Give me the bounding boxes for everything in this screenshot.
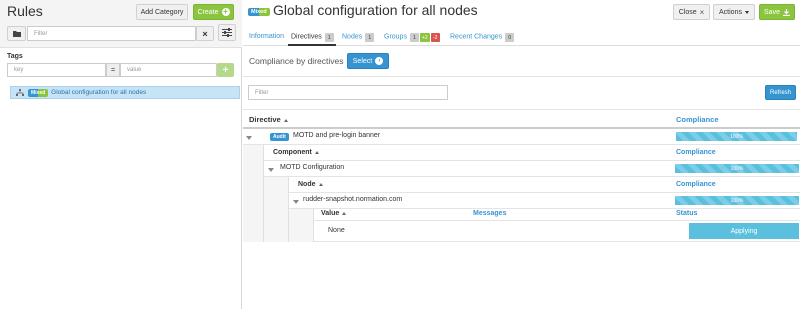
- sidebar-title: Rules: [7, 3, 43, 19]
- page-title: Global configuration for all nodes: [273, 2, 478, 18]
- tab-nodes[interactable]: Nodes 1: [342, 33, 375, 42]
- nest-gutter-1: [243, 145, 264, 242]
- component-name: MOTD Configuration: [280, 164, 345, 171]
- tab-information-label: Information: [249, 33, 285, 40]
- close-icon: ×: [699, 7, 705, 17]
- node-hostname: rudder-snapshot.normation.com: [303, 196, 403, 203]
- nest-gutter-2: [264, 177, 289, 242]
- tab-groups-count: 1: [409, 33, 419, 42]
- rules-sidebar: Rules Add Category Create + Filter × Tag…: [0, 0, 242, 309]
- add-category-button[interactable]: Add Category: [136, 4, 188, 20]
- rules-filter-input[interactable]: Filter: [27, 26, 196, 41]
- tab-directives-count: 1: [324, 33, 334, 42]
- clear-icon: ×: [202, 28, 208, 39]
- sidebar-header: Rules Add Category Create + Filter ×: [0, 0, 242, 48]
- node-column-label: Node: [298, 181, 316, 188]
- clear-filter-button[interactable]: ×: [196, 26, 214, 41]
- compliance-column-header[interactable]: Compliance: [676, 115, 719, 124]
- audit-badge: Audit: [270, 133, 289, 141]
- node-compliance-header[interactable]: Compliance: [676, 181, 716, 188]
- add-tag-button[interactable]: +: [217, 63, 234, 77]
- node-compliance-bar: 100%: [675, 196, 799, 205]
- directive-compliance-bar: 100%: [676, 132, 797, 141]
- tab-groups-excluded: -2: [430, 33, 440, 42]
- folder-icon: [12, 31, 21, 37]
- caret-down-icon: [744, 10, 749, 14]
- tree-node-icon: [16, 88, 24, 96]
- save-button[interactable]: Save: [759, 4, 795, 20]
- tab-groups-included: +2: [419, 33, 430, 42]
- directive-row[interactable]: Audit MOTD and pre-login banner 100%: [243, 129, 800, 145]
- tags-title: Tags: [7, 53, 23, 60]
- tab-active-indicator: [288, 44, 336, 46]
- tab-groups[interactable]: Groups 1 +2 -2: [384, 33, 440, 42]
- component-table-header: Component: [264, 145, 800, 161]
- actions-dropdown[interactable]: Actions: [713, 4, 755, 20]
- directive-column-header[interactable]: Directive: [249, 115, 288, 124]
- tab-information[interactable]: Information: [249, 33, 284, 40]
- select-label: Select: [352, 57, 373, 65]
- value-column-header[interactable]: Value: [321, 210, 347, 217]
- tab-recent-changes-label: Recent Changes: [450, 33, 503, 41]
- create-button[interactable]: Create +: [193, 4, 234, 20]
- section-divider: [243, 76, 800, 77]
- arrow-circle-icon: ›: [375, 57, 384, 65]
- component-row[interactable]: MOTD Configuration 100%: [264, 161, 800, 177]
- tag-value-input[interactable]: value: [120, 63, 217, 77]
- refresh-button[interactable]: Refresh: [765, 85, 796, 100]
- node-column-header[interactable]: Node: [298, 181, 323, 188]
- download-icon: [782, 8, 790, 16]
- actions-label: Actions: [719, 8, 742, 16]
- folder-toggle-button[interactable]: [7, 26, 26, 41]
- sort-asc-icon: [314, 150, 319, 154]
- tag-key-input[interactable]: key: [7, 63, 106, 77]
- tree-item-label: Global configuration for all nodes: [51, 89, 147, 96]
- close-label: Close: [678, 8, 697, 16]
- rule-status-badge: Mixed: [248, 8, 270, 16]
- sort-asc-icon: [318, 182, 323, 186]
- sort-asc-icon: [342, 211, 347, 215]
- expand-caret-icon[interactable]: [268, 168, 274, 172]
- component-compliance-header[interactable]: Compliance: [676, 149, 716, 156]
- tab-groups-label: Groups: [384, 33, 407, 41]
- tab-nodes-count: 1: [365, 33, 375, 42]
- tab-recent-changes[interactable]: Recent Changes 0: [450, 33, 515, 42]
- messages-column-header[interactable]: Messages: [473, 210, 506, 217]
- status-column-header[interactable]: Status: [676, 210, 697, 217]
- select-button[interactable]: Select ›: [347, 53, 389, 69]
- node-row[interactable]: rudder-snapshot.normation.com 100%: [289, 193, 800, 209]
- tab-directives[interactable]: Directives 1: [291, 33, 334, 42]
- tree-item-badge: Mixed: [28, 88, 49, 97]
- component-column-header[interactable]: Component: [273, 149, 319, 156]
- directives-filter-input[interactable]: Filter: [248, 85, 448, 100]
- expand-caret-icon[interactable]: [293, 200, 299, 204]
- expand-caret-icon[interactable]: [246, 136, 252, 140]
- component-column-label: Component: [273, 149, 312, 156]
- settings-sliders-icon: [222, 28, 232, 37]
- sort-asc-icon: [283, 118, 288, 122]
- component-compliance-bar: 100%: [675, 164, 799, 173]
- directive-name: MOTD and pre-login banner: [293, 132, 381, 139]
- close-button[interactable]: Close ×: [673, 4, 710, 20]
- directive-table-header: Directive Compliance: [243, 109, 800, 129]
- filter-settings-button[interactable]: [218, 24, 236, 41]
- compliance-title: Compliance by directives: [249, 56, 344, 66]
- value-table-header: Value Messages Status: [314, 209, 800, 221]
- value-cell: None: [328, 227, 345, 234]
- value-column-label: Value: [321, 210, 340, 217]
- tag-equals: =: [106, 63, 120, 77]
- directive-column-label: Directive: [249, 115, 281, 124]
- create-label: Create: [197, 8, 219, 16]
- value-row: None Applying: [314, 221, 800, 242]
- nest-gutter-3: [289, 209, 314, 242]
- tree-item-global-config[interactable]: Mixed Global configuration for all nodes: [10, 86, 240, 99]
- plus-circle-icon: +: [221, 7, 230, 16]
- save-label: Save: [764, 8, 780, 16]
- tab-directives-label: Directives: [291, 33, 322, 41]
- node-table-header: Node: [289, 177, 800, 193]
- tab-nodes-label: Nodes: [342, 33, 363, 41]
- tab-recent-changes-count: 0: [505, 33, 515, 42]
- status-applying-badge: Applying: [689, 223, 799, 239]
